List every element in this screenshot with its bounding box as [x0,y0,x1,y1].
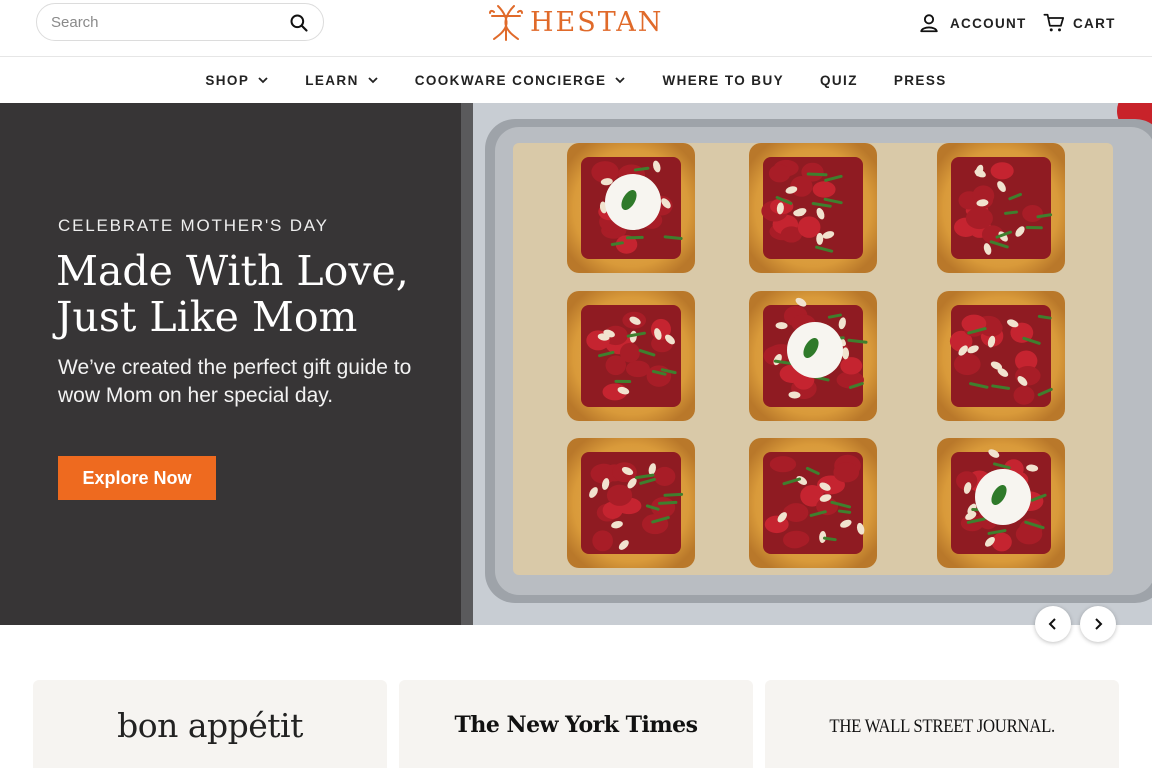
cart-label: CART [1073,15,1116,31]
chevron-right-icon [1095,618,1103,630]
carousel-prev-button[interactable] [1035,606,1071,642]
nav-item-label: SHOP [205,72,250,88]
chevron-down-icon [368,77,378,84]
search-input[interactable] [51,12,271,32]
nav-item-where-to-buy[interactable]: WHERE TO BUY [662,73,784,88]
nav-item-quiz[interactable]: QUIZ [820,73,858,88]
search-icon[interactable] [289,13,309,33]
nav-item-learn[interactable]: LEARN [305,73,379,88]
press-card-bon-appetit[interactable]: bon appétit [33,680,387,768]
bon-appetit-logo: bon appétit [117,706,303,745]
main-nav: SHOP LEARN COOKWARE CONCIERGE WHERE TO B… [0,56,1152,103]
hero-headline: Made With Love, Just Like Mom [56,247,409,341]
site-header: HESTAN ACCOUNT CART [0,0,1152,56]
nav-item-label: LEARN [305,72,359,88]
nav-item-cookware-concierge[interactable]: COOKWARE CONCIERGE [415,73,627,88]
press-card-wsj[interactable]: THE WALL STREET JOURNAL. [765,680,1119,768]
cart-icon [1043,13,1065,32]
hero-image [461,103,1152,625]
nav-item-press[interactable]: PRESS [894,73,947,88]
press-card-nyt[interactable]: The New York Times [399,680,753,768]
cart-link[interactable]: CART [1043,11,1116,35]
brand-name: HESTAN [530,6,664,38]
hero-text-panel: CELEBRATE MOTHER'S DAY Made With Love, J… [0,103,461,625]
chevron-down-icon [258,77,268,84]
carousel-next-button[interactable] [1080,606,1116,642]
nyt-logo: The New York Times [454,712,698,738]
account-label: ACCOUNT [950,15,1027,31]
account-link[interactable]: ACCOUNT [918,11,1027,35]
hero-banner: CELEBRATE MOTHER'S DAY Made With Love, J… [0,103,1152,642]
user-icon [920,14,938,33]
chevron-down-icon [615,77,626,84]
nav-item-shop[interactable]: SHOP [205,73,269,88]
hero-subtext: We’ve created the perfect gift guide to … [58,356,412,407]
nav-item-label: WHERE TO BUY [662,72,784,88]
explore-now-button[interactable]: Explore Now [58,456,216,500]
wsj-logo: THE WALL STREET JOURNAL. [829,716,1055,737]
hestan-mark-icon [489,5,523,41]
search-box[interactable] [36,3,324,41]
nav-item-label: QUIZ [820,72,858,88]
hero-eyebrow: CELEBRATE MOTHER'S DAY [58,216,329,235]
nav-item-label: PRESS [893,72,947,88]
brand-logo[interactable]: HESTAN [484,2,663,42]
strawberry-tarts-image [461,103,1152,625]
nav-item-label: COOKWARE CONCIERGE [414,72,607,88]
chevron-left-icon [1048,618,1056,630]
